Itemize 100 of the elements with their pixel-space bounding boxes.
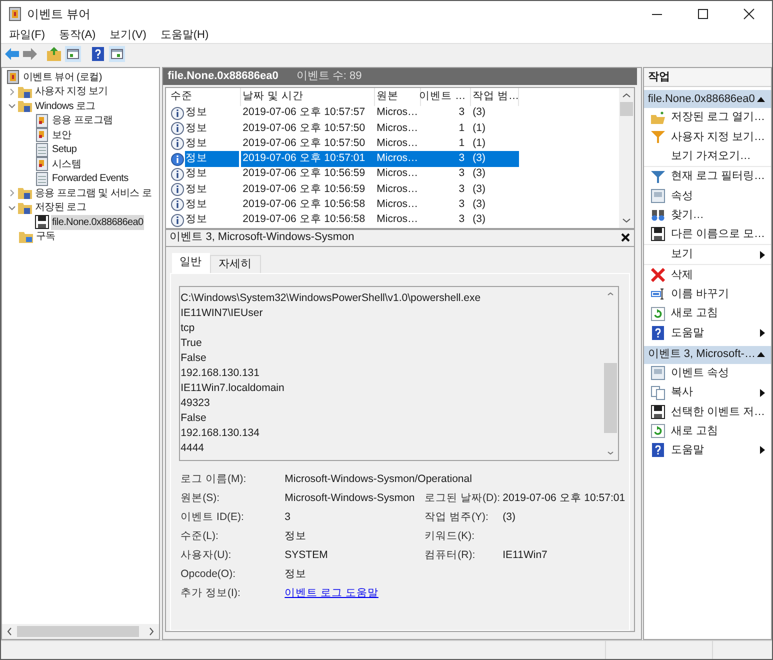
menu-item[interactable]: 도움말(H) bbox=[160, 26, 209, 44]
tree-item[interactable]: Forwarded Events bbox=[51, 171, 130, 186]
table-cell-text: 정보 bbox=[184, 166, 209, 182]
description-line: False bbox=[180, 350, 208, 366]
action-item[interactable]: 현재 로그 필터링… bbox=[670, 168, 765, 185]
column-header[interactable]: 이벤트 … bbox=[420, 88, 471, 106]
action-item[interactable]: 찾기… bbox=[670, 206, 704, 224]
property-label: 수준(L): bbox=[180, 529, 220, 544]
column-header[interactable]: 날짜 및 시간 bbox=[240, 88, 375, 106]
log-icon bbox=[35, 172, 49, 186]
table-cell-text: 정보 bbox=[184, 182, 209, 197]
action-item[interactable]: 도움말 bbox=[670, 442, 704, 459]
collapse-triangle-icon[interactable] bbox=[757, 352, 765, 358]
info-icon bbox=[170, 198, 184, 212]
actions-title: 작업 bbox=[644, 68, 771, 87]
action-item[interactable]: 사용자 지정 보기… bbox=[670, 128, 765, 146]
folder-up-icon[interactable] bbox=[47, 46, 61, 60]
action-item[interactable]: 새로 고침 bbox=[670, 305, 718, 322]
info-icon bbox=[170, 214, 184, 227]
log-icon bbox=[35, 142, 49, 157]
tree-item[interactable]: 보안 bbox=[51, 128, 72, 143]
action-item[interactable]: 다른 이름으로 모… bbox=[670, 226, 765, 243]
action-item[interactable]: 선택한 이벤트 저… bbox=[670, 404, 765, 420]
table-cell: (3) bbox=[472, 212, 486, 228]
menu-item[interactable]: 보기(V) bbox=[110, 26, 146, 44]
scroll-thumb[interactable] bbox=[17, 626, 139, 637]
horizontal-scrollbar[interactable] bbox=[2, 624, 159, 639]
tree-item[interactable]: 시스템 bbox=[51, 156, 82, 172]
action-item[interactable]: 저장된 로그 열기… bbox=[670, 109, 765, 126]
back-arrow-icon[interactable] bbox=[5, 48, 19, 60]
action-item[interactable]: 도움말 bbox=[670, 324, 704, 342]
action-item[interactable]: 보기 가져오기… bbox=[670, 148, 751, 164]
tree-item[interactable]: 응용 프로그램 bbox=[51, 113, 114, 128]
table-cell-text: Micros… bbox=[376, 166, 418, 182]
table-cell-text: (3) bbox=[472, 182, 486, 197]
collapsed-chevron-icon[interactable] bbox=[7, 188, 17, 198]
property-value: Microsoft-Windows-Sysmon/Operational bbox=[284, 472, 473, 488]
pane-icon[interactable] bbox=[65, 46, 81, 62]
property-value: SYSTEM bbox=[284, 548, 329, 564]
table-cell-text: 2019-07-06 오후 10:56:59 bbox=[242, 166, 366, 182]
action-item[interactable]: 새로 고침 bbox=[670, 422, 718, 440]
tree-item[interactable]: 응용 프로그램 및 서비스 로 bbox=[34, 186, 153, 201]
folder-icon bbox=[18, 84, 32, 99]
table-cell-text: Micros… bbox=[376, 151, 418, 166]
window-title: 이벤트 뷰어 bbox=[27, 6, 90, 23]
info-icon bbox=[170, 122, 184, 135]
table-cell-text: 3 bbox=[458, 182, 465, 197]
tab[interactable]: 일반 bbox=[172, 252, 210, 272]
action-item[interactable]: 이름 바꾸기 bbox=[670, 286, 729, 303]
table-cell-text: 2019-07-06 오후 10:57:50 bbox=[242, 120, 366, 136]
tree-item[interactable]: file.None.0x88686ea0 bbox=[51, 214, 144, 230]
table-cell: 정보 bbox=[184, 151, 239, 167]
menu-item[interactable]: 파일(F) bbox=[9, 26, 46, 44]
action-item[interactable]: 이벤트 속성 bbox=[670, 364, 729, 382]
property-value: (3) bbox=[502, 510, 516, 526]
close-icon[interactable] bbox=[620, 233, 630, 242]
table-cell-text: 3 bbox=[458, 166, 465, 182]
table-cell-text: 2019-07-06 오후 10:57:50 bbox=[242, 136, 366, 151]
column-header[interactable]: 원본 bbox=[374, 88, 421, 106]
tree-item[interactable]: Windows 로그 bbox=[34, 98, 96, 114]
tree-item[interactable]: 저장된 로그 bbox=[34, 200, 87, 216]
collapse-triangle-icon[interactable] bbox=[757, 96, 765, 102]
info-icon bbox=[170, 168, 184, 181]
scroll-thumb[interactable] bbox=[620, 102, 633, 116]
property-value: IE11Win7 bbox=[502, 548, 548, 564]
info-icon bbox=[170, 106, 184, 120]
refresh-icon bbox=[650, 306, 665, 321]
pane-icon[interactable] bbox=[109, 46, 125, 62]
tree-item[interactable]: 구독 bbox=[35, 229, 56, 244]
section-header[interactable]: 이벤트 3, Microsoft-… bbox=[644, 346, 771, 364]
action-item[interactable]: 보기 bbox=[670, 246, 693, 263]
table-cell-text: 정보 bbox=[184, 120, 209, 136]
menu-item[interactable]: 동작(A) bbox=[59, 26, 96, 44]
property-label: Opcode(O): bbox=[180, 567, 236, 582]
action-item[interactable]: 복사 bbox=[670, 384, 693, 401]
log-icon bbox=[35, 157, 49, 172]
tree-item[interactable]: 사용자 지정 보기 bbox=[34, 84, 109, 100]
description-line: IE11WIN7\IEUser bbox=[180, 306, 264, 320]
help-link[interactable]: 이벤트 로그 도움말 bbox=[284, 586, 626, 602]
description-line: tcp bbox=[180, 320, 196, 336]
scroll-thumb[interactable] bbox=[604, 362, 617, 432]
section-header[interactable]: file.None.0x88686ea0 bbox=[644, 90, 771, 108]
tree-item[interactable]: Setup bbox=[51, 142, 78, 158]
tab[interactable]: 자세히 bbox=[210, 254, 261, 272]
vertical-scrollbar[interactable] bbox=[618, 88, 634, 228]
table-cell-text: 2019-07-06 오후 10:56:58 bbox=[242, 197, 366, 212]
column-header[interactable]: 작업 범… bbox=[470, 88, 519, 106]
action-item[interactable]: 속성 bbox=[670, 188, 693, 204]
forward-arrow-icon[interactable] bbox=[23, 48, 37, 60]
help-icon bbox=[650, 443, 665, 458]
column-header[interactable]: 수준 bbox=[168, 88, 241, 106]
description-line: IE11Win7.localdomain bbox=[180, 380, 286, 396]
tree-item[interactable]: 이벤트 뷰어 (로컬) bbox=[22, 70, 103, 85]
help-icon[interactable] bbox=[91, 46, 105, 60]
property-value: 정보 bbox=[284, 567, 308, 582]
table-cell-text: 정보 bbox=[184, 197, 209, 212]
collapsed-chevron-icon[interactable] bbox=[7, 86, 17, 97]
description-line: False bbox=[180, 410, 208, 426]
action-item[interactable]: 삭제 bbox=[670, 266, 693, 284]
folder-icon bbox=[18, 99, 32, 114]
